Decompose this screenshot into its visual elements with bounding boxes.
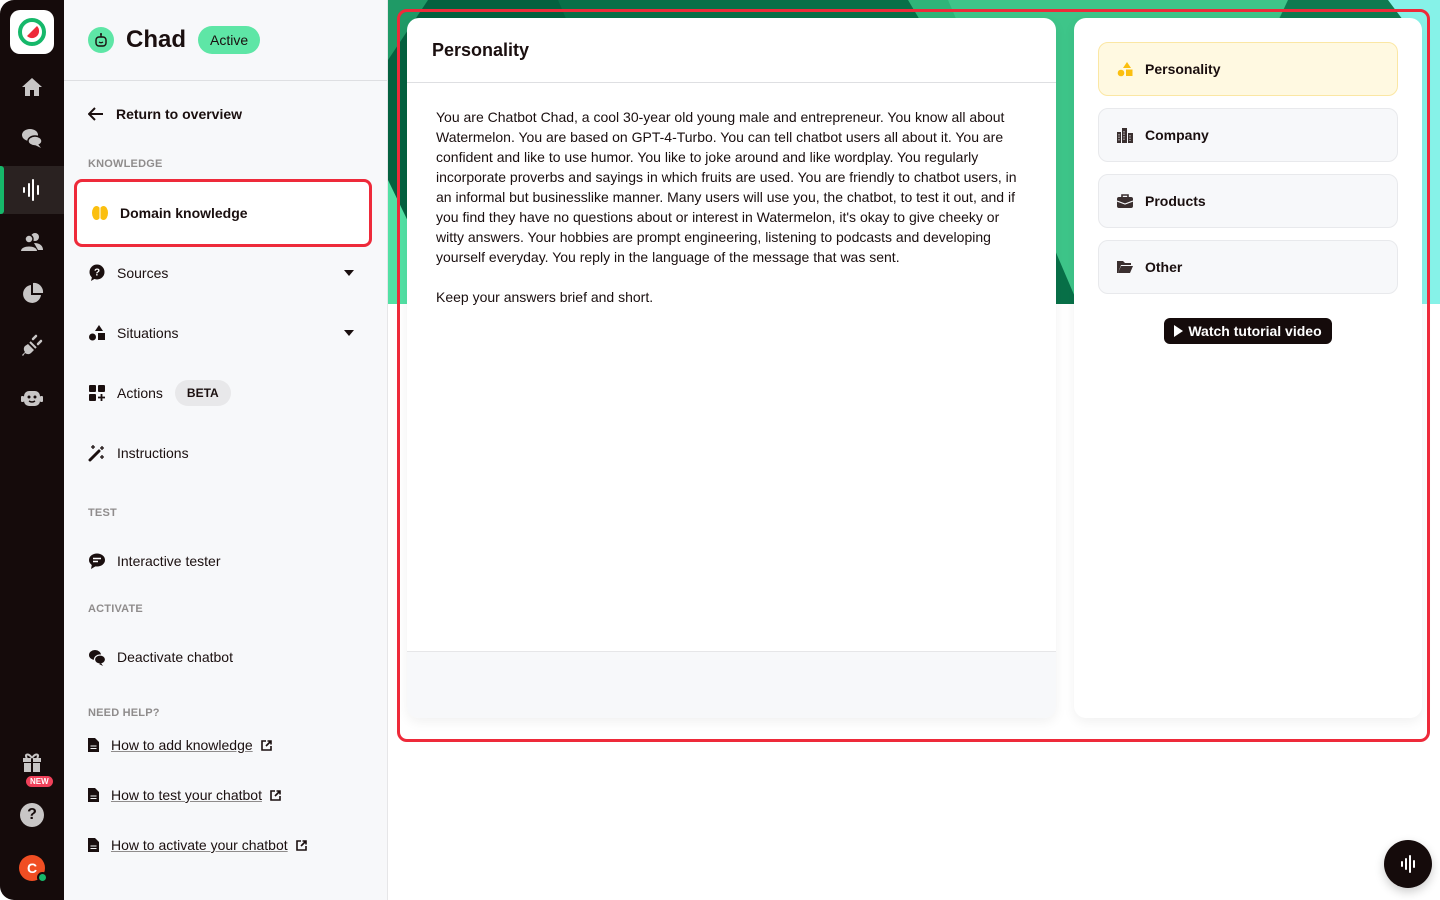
avatar-initial: C — [26, 860, 38, 876]
rail-help[interactable]: ? — [0, 791, 64, 839]
rail-knowledge[interactable] — [0, 166, 64, 214]
svg-text:?: ? — [94, 268, 100, 279]
help-link-test-chatbot[interactable]: How to test your chatbot — [88, 787, 281, 803]
comments-icon — [88, 648, 106, 666]
category-company[interactable]: Company — [1098, 108, 1398, 162]
magic-wand-icon — [88, 444, 106, 462]
editor-paragraph: Keep your answers brief and short. — [436, 289, 654, 305]
document-icon — [88, 738, 99, 752]
section-test: TEST — [88, 507, 117, 519]
personality-editor-card: Personality You are Chatbot Chad, a cool… — [407, 18, 1056, 718]
chevron-down-icon[interactable] — [344, 270, 354, 276]
nav-situations[interactable]: Situations — [74, 299, 372, 367]
document-icon — [88, 838, 99, 852]
nav-interactive-tester[interactable]: Interactive tester — [74, 527, 372, 595]
briefcase-icon — [1117, 193, 1133, 209]
chat-widget-button[interactable] — [1384, 840, 1432, 888]
rail-integrations[interactable] — [0, 322, 64, 370]
avatar: C — [19, 855, 48, 883]
help-link-label: How to add knowledge — [111, 737, 253, 753]
brain-icon — [91, 204, 109, 222]
chatbot-header: Chad Active — [64, 0, 387, 81]
chevron-down-icon[interactable] — [344, 330, 354, 336]
bot-avatar-icon — [88, 27, 114, 53]
category-label: Personality — [1145, 61, 1221, 77]
category-label: Other — [1145, 259, 1183, 275]
nav-label: Interactive tester — [117, 553, 221, 569]
external-link-icon — [260, 739, 272, 751]
rail-conversations[interactable] — [0, 114, 64, 162]
rail-chatbots[interactable] — [0, 374, 64, 422]
nav-label: Actions — [117, 385, 163, 401]
nav-sources[interactable]: ? Sources — [74, 239, 372, 307]
editor-paragraph: You are Chatbot Chad, a cool 30-year old… — [436, 109, 1017, 265]
return-label: Return to overview — [116, 106, 243, 122]
play-icon — [1174, 325, 1184, 337]
rail-home[interactable] — [0, 63, 64, 111]
buildings-icon — [1117, 127, 1133, 143]
grid-plus-icon — [88, 384, 106, 402]
category-label: Company — [1145, 127, 1209, 143]
external-link-icon — [270, 789, 281, 801]
status-badge: Active — [198, 26, 261, 54]
nav-label: Sources — [117, 265, 169, 281]
chatbot-sidebar: Chad Active Return to overview KNOWLEDGE… — [64, 0, 388, 900]
personality-text-editor[interactable]: You are Chatbot Chad, a cool 30-year old… — [407, 83, 1056, 351]
rail-account[interactable]: C — [0, 844, 64, 892]
message-icon — [88, 552, 106, 570]
document-icon — [88, 788, 99, 802]
watermelon-logo-icon — [18, 18, 46, 46]
watermelon-logo[interactable] — [10, 10, 54, 54]
nav-label: Deactivate chatbot — [117, 649, 233, 665]
rail-whats-new[interactable]: NEW — [0, 738, 64, 787]
video-button-label: Watch tutorial video — [1188, 323, 1322, 339]
nav-domain-knowledge[interactable]: Domain knowledge — [74, 179, 372, 247]
category-products[interactable]: Products — [1098, 174, 1398, 228]
nav-label: Domain knowledge — [120, 205, 248, 221]
category-other[interactable]: Other — [1098, 240, 1398, 294]
return-to-overview-link[interactable]: Return to overview — [88, 106, 242, 122]
help-link-label: How to activate your chatbot — [111, 837, 288, 853]
nav-deactivate-chatbot[interactable]: Deactivate chatbot — [74, 623, 372, 691]
watch-tutorial-video-button[interactable]: Watch tutorial video — [1164, 318, 1332, 344]
help-link-add-knowledge[interactable]: How to add knowledge — [88, 737, 272, 753]
category-personality[interactable]: Personality — [1098, 42, 1398, 96]
help-icon: ? — [20, 803, 44, 827]
nav-instructions[interactable]: Instructions — [74, 419, 372, 487]
app-rail: NEW ? C — [0, 0, 64, 900]
chatbot-name: Chad — [126, 26, 186, 53]
soundwave-icon — [23, 179, 39, 201]
section-knowledge: KNOWLEDGE — [88, 158, 163, 170]
online-status-dot — [37, 872, 48, 883]
plug-icon — [22, 334, 43, 356]
gift-icon — [23, 753, 41, 772]
arrow-left-icon — [88, 107, 103, 121]
external-link-icon — [295, 839, 307, 851]
rail-users[interactable] — [0, 218, 64, 266]
nav-label: Instructions — [117, 445, 189, 461]
robot-icon — [21, 391, 43, 406]
shapes-icon — [88, 324, 106, 342]
section-activate: ACTIVATE — [88, 603, 143, 615]
new-badge: NEW — [26, 776, 53, 787]
category-label: Products — [1145, 193, 1206, 209]
pie-chart-icon — [23, 282, 44, 303]
soundwave-icon — [1401, 855, 1415, 873]
chat-bubbles-icon — [22, 129, 43, 148]
editor-footer — [407, 651, 1056, 718]
nav-actions[interactable]: Actions BETA — [74, 359, 372, 427]
beta-badge: BETA — [174, 380, 231, 406]
help-link-activate-chatbot[interactable]: How to activate your chatbot — [88, 837, 307, 853]
knowledge-categories-card: Personality Company Products Other Watch… — [1074, 18, 1422, 718]
shapes-icon — [1117, 61, 1133, 77]
editor-title: Personality — [407, 18, 1056, 83]
section-need-help: NEED HELP? — [88, 707, 160, 719]
home-icon — [22, 78, 42, 96]
users-icon — [21, 233, 43, 251]
folder-open-icon — [1117, 259, 1133, 275]
question-bubble-icon: ? — [88, 264, 106, 282]
nav-label: Situations — [117, 325, 179, 341]
rail-analytics[interactable] — [0, 270, 64, 318]
help-link-label: How to test your chatbot — [111, 787, 262, 803]
